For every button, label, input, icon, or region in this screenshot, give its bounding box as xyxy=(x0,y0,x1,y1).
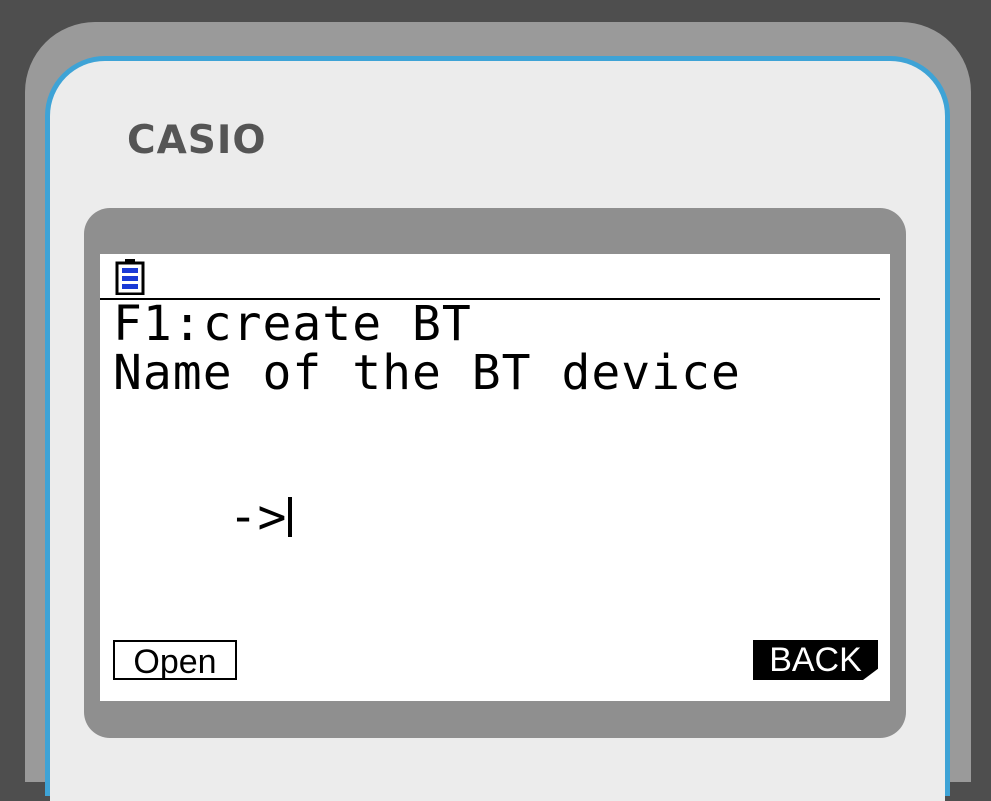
screen-line-instruction: Name of the BT device xyxy=(113,345,741,401)
lcd-screen: F1:create BT Name of the BT device -> Op… xyxy=(100,254,890,701)
prompt-arrow: -> xyxy=(228,489,287,545)
battery-icon xyxy=(115,259,145,295)
back-softkey[interactable]: BACK xyxy=(753,640,878,680)
input-prompt[interactable]: -> xyxy=(113,445,293,589)
brand-logo: CASIO xyxy=(127,118,267,163)
text-cursor xyxy=(288,497,293,537)
screen-line-title: F1:create BT xyxy=(113,296,472,352)
open-softkey[interactable]: Open xyxy=(113,640,237,681)
status-bar xyxy=(100,254,880,300)
